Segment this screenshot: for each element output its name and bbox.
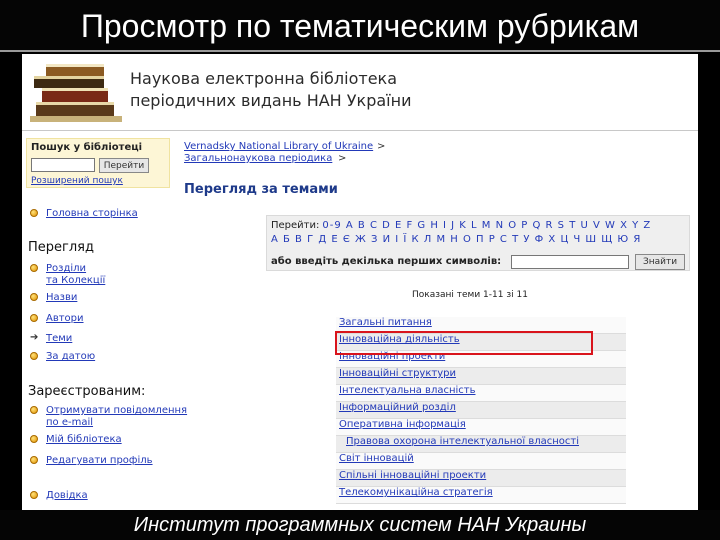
header-divider — [22, 130, 698, 131]
latin-letters[interactable]: 0-9 A B C D E F G H I J K L M N O P Q R … — [322, 220, 651, 231]
latin-alphabet-row[interactable]: Перейти: 0-9 A B C D E F G H I J K L M N … — [271, 220, 651, 231]
browser-screenshot: Наукова електронна бібліотека періодични… — [22, 54, 698, 510]
arrow-right-icon: ➔ — [30, 332, 39, 343]
first-chars-input[interactable] — [511, 255, 629, 269]
titles-bullet-icon — [30, 293, 38, 301]
library-title: Наукова електронна бібліотека періодични… — [130, 68, 411, 112]
topic-item[interactable]: Інформаційний розділ — [336, 402, 626, 419]
nav-my-library[interactable]: Мій бібліотека — [46, 434, 122, 446]
library-title-line2: періодичних видань НАН України — [130, 91, 412, 110]
search-input[interactable] — [31, 158, 95, 172]
site-header: Наукова електронна бібліотека періодични… — [22, 54, 698, 128]
date-bullet-icon — [30, 352, 38, 360]
slide-title: Просмотр по тематическим рубрикам — [0, 0, 720, 52]
nav-communities-line2: та Колекції — [46, 275, 106, 286]
help-bullet-icon — [30, 491, 38, 499]
nav-by-date[interactable]: За датою — [46, 351, 95, 363]
highlight-frame — [335, 331, 593, 355]
topic-item[interactable]: Інтелектуальна власність — [336, 385, 626, 402]
home-bullet-icon — [30, 209, 38, 217]
nav-subjects[interactable]: Теми — [46, 333, 72, 345]
cyrillic-alphabet-row[interactable]: А Б В Г Д Е Є Ж З И І Ї К Л М Н О П Р С … — [271, 234, 641, 245]
topic-item[interactable]: Світ інновацій — [336, 453, 626, 470]
search-label: Пошук у бібліотеці — [31, 142, 143, 153]
topic-item[interactable]: Правова охорона інтелектуальної власност… — [336, 436, 626, 453]
first-chars-label: або введіть декілька перших символів: — [271, 256, 502, 267]
topic-item[interactable]: Телекомунікаційна стратегія — [336, 487, 626, 504]
nav-communities[interactable]: Розділи та Колекції — [46, 263, 105, 287]
topic-item[interactable]: Спільні інноваційні проекти — [336, 470, 626, 487]
edit-profile-bullet-icon — [30, 456, 38, 464]
nav-titles[interactable]: Назви — [46, 292, 77, 304]
nav-edit-profile[interactable]: Редагувати профіль — [46, 455, 153, 467]
page-title: Перегляд за темами — [184, 182, 338, 197]
nav-subscribe-line2: по e-mail — [46, 417, 94, 428]
nav-help[interactable]: Довідка — [46, 490, 88, 502]
authors-bullet-icon — [30, 314, 38, 322]
library-search-box: Пошук у бібліотеці Перейти Розширений по… — [26, 138, 170, 188]
alphabet-navigation: Перейти: 0-9 A B C D E F G H I J K L M N … — [266, 215, 690, 271]
slide-footer: Институт программных систем НАН Украины — [0, 510, 720, 540]
nav-subscribe-line1: Отримувати повідомлення — [46, 405, 188, 416]
nav-authors[interactable]: Автори — [46, 313, 84, 325]
topic-item[interactable]: Оперативна інформація — [336, 419, 626, 436]
results-count: Показані теми 1-11 зі 11 — [412, 290, 528, 300]
communities-bullet-icon — [30, 264, 38, 272]
breadcrumb-library[interactable]: Vernadsky National Library of Ukraine — [184, 141, 373, 152]
find-button[interactable]: Знайти — [635, 254, 685, 270]
nav-communities-line1: Розділи — [46, 263, 87, 274]
nav-subscribe[interactable]: Отримувати повідомлення по e-mail — [46, 405, 187, 429]
books-logo-icon — [30, 64, 122, 122]
breadcrumb-separator: > — [338, 153, 347, 164]
topic-item[interactable]: Інноваційні структури — [336, 368, 626, 385]
browse-heading: Перегляд — [28, 240, 94, 255]
advanced-search-link[interactable]: Розширений пошук — [31, 176, 123, 186]
subscribe-bullet-icon — [30, 406, 38, 414]
search-go-button[interactable]: Перейти — [99, 158, 149, 173]
breadcrumb-separator: > — [377, 141, 386, 152]
library-title-line1: Наукова електронна бібліотека — [130, 69, 398, 88]
nav-home[interactable]: Головна сторінка — [46, 208, 138, 220]
breadcrumb-collection[interactable]: Загальнонаукова періодика — [184, 153, 332, 164]
goto-label: Перейти: — [271, 220, 320, 231]
registered-heading: Зареєстрованим: — [28, 384, 146, 399]
my-library-bullet-icon — [30, 435, 38, 443]
